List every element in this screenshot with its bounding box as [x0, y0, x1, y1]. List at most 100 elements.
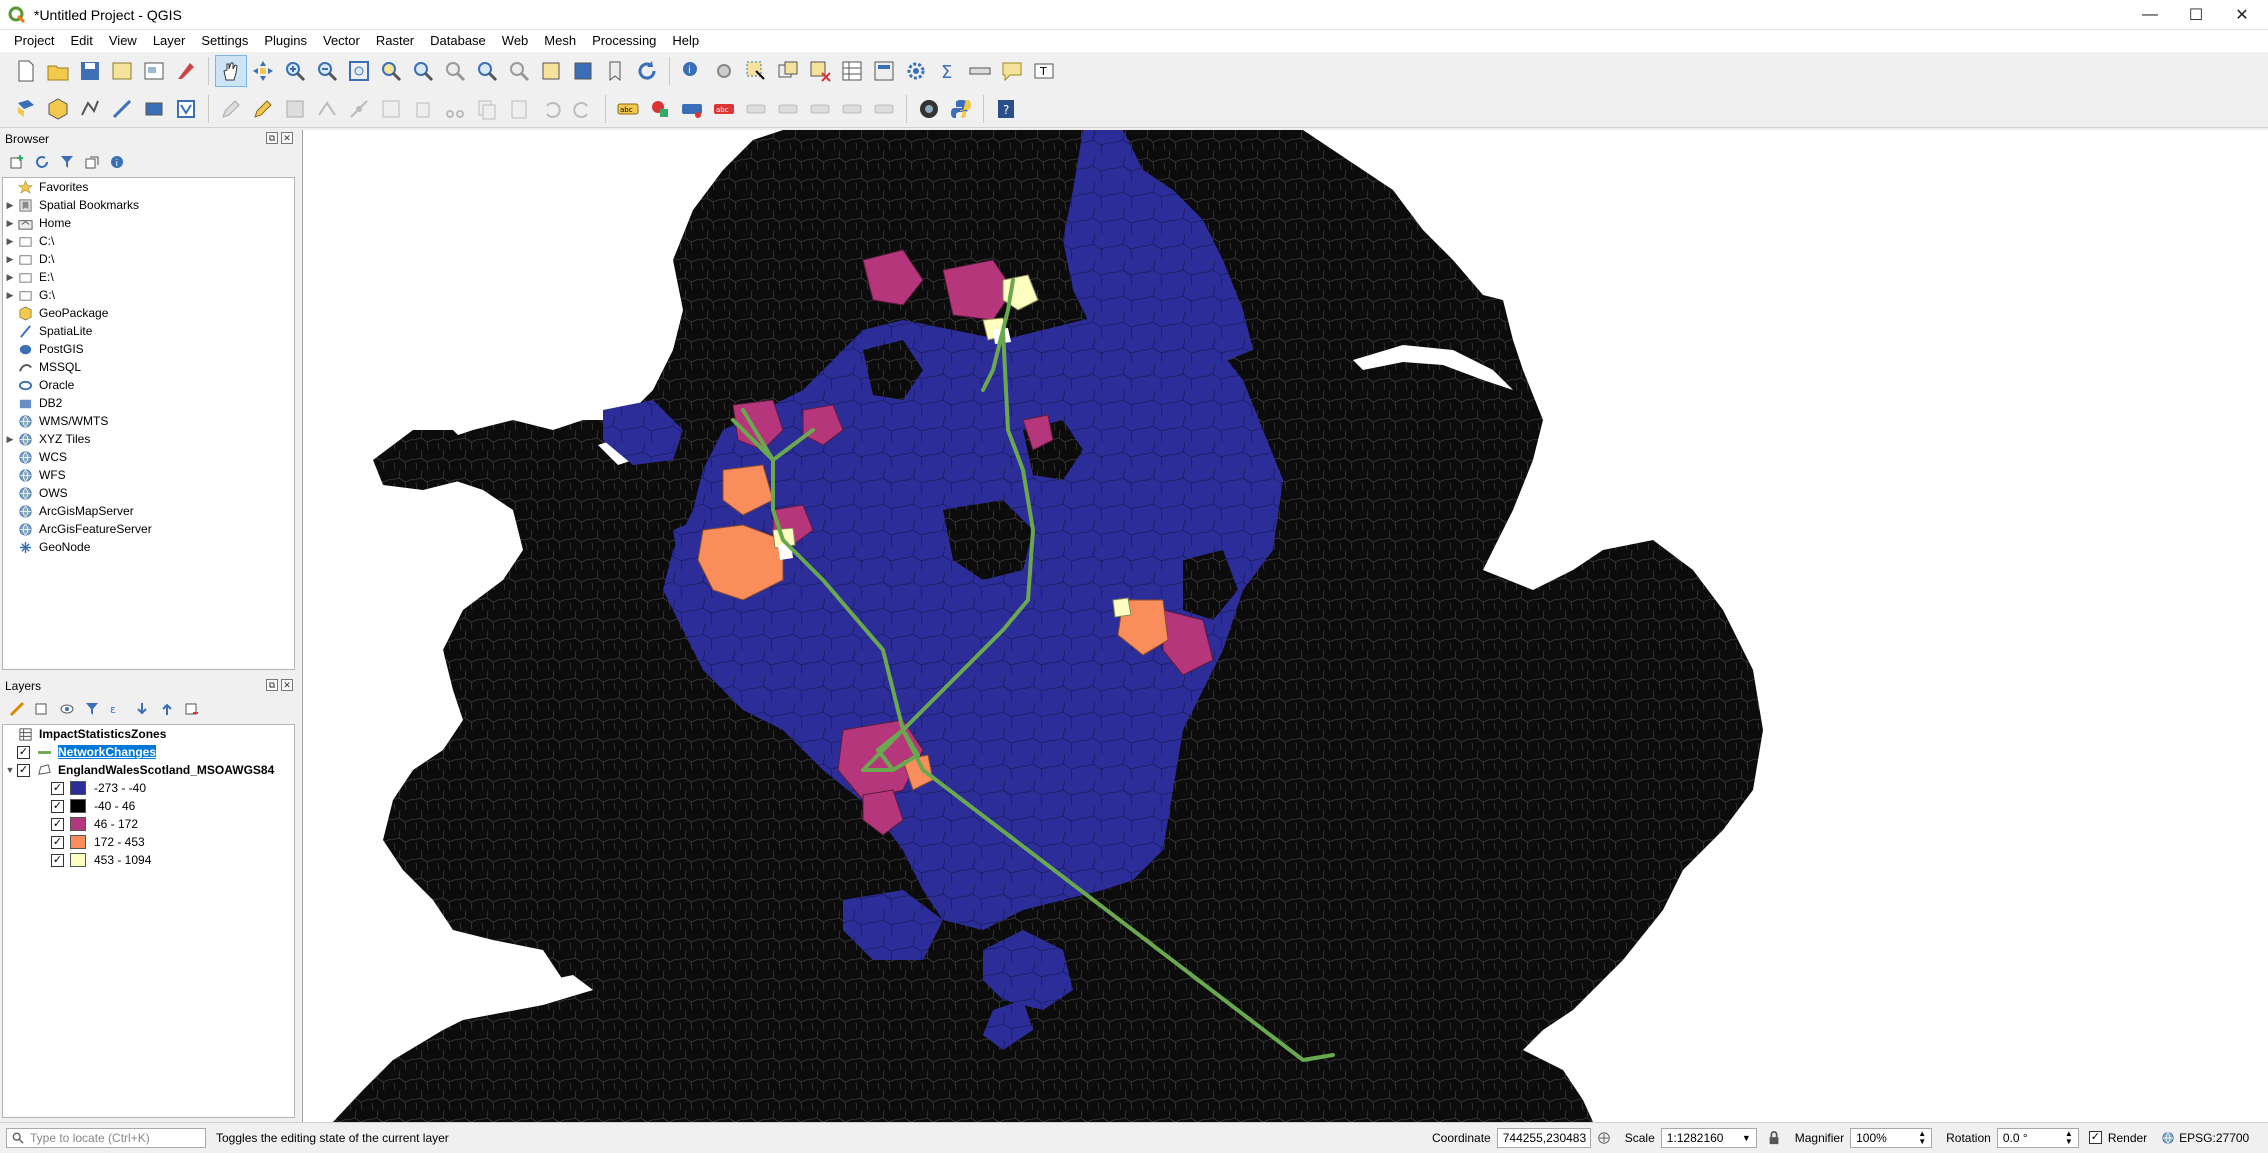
crs-value[interactable]: EPSG:27700: [2179, 1131, 2249, 1145]
zoom-next-button[interactable]: [503, 55, 535, 87]
add-selected-layers-button[interactable]: [6, 151, 28, 173]
expand-all-button[interactable]: [131, 698, 153, 720]
browser-item-geopackage[interactable]: GeoPackage: [3, 304, 294, 322]
browser-item-wcs[interactable]: WCS: [3, 448, 294, 466]
menu-database[interactable]: Database: [422, 30, 494, 52]
new-project-button[interactable]: [10, 55, 42, 87]
select-by-value-button[interactable]: [772, 55, 804, 87]
browser-item-oracle[interactable]: Oracle: [3, 376, 294, 394]
new-geopackage-layer-button[interactable]: [42, 93, 74, 125]
close-button[interactable]: ✕: [2220, 0, 2264, 30]
menu-project[interactable]: Project: [6, 30, 62, 52]
browser-item-g[interactable]: ▶ G:\: [3, 286, 294, 304]
show-hide-labels-button[interactable]: abc: [708, 93, 740, 125]
menu-plugins[interactable]: Plugins: [256, 30, 315, 52]
menu-processing[interactable]: Processing: [584, 30, 664, 52]
zoom-in-button[interactable]: [279, 55, 311, 87]
menu-layer[interactable]: Layer: [145, 30, 194, 52]
close-panel-button[interactable]: ✕: [281, 132, 293, 144]
deselect-all-button[interactable]: [804, 55, 836, 87]
style-manager-button[interactable]: [170, 55, 202, 87]
identify-features-button[interactable]: i: [676, 55, 708, 87]
browser-item-home[interactable]: ▶ Home: [3, 214, 294, 232]
browser-item-d[interactable]: ▶ D:\: [3, 250, 294, 268]
legend-class-row[interactable]: ✓ 46 - 172: [3, 815, 294, 833]
expand-arrow-icon[interactable]: ▶: [3, 254, 17, 265]
collapse-arrow-icon[interactable]: ▼: [3, 765, 17, 775]
lock-icon[interactable]: [1767, 1130, 1781, 1145]
move-label-button[interactable]: [804, 93, 836, 125]
legend-class-checkbox[interactable]: ✓: [51, 781, 64, 795]
show-hide-labels-tool-button[interactable]: [772, 93, 804, 125]
browser-item-mssql[interactable]: MSSQL: [3, 358, 294, 376]
legend-class-row[interactable]: ✓ -40 - 46: [3, 797, 294, 815]
cut-features-button[interactable]: [439, 93, 471, 125]
menu-view[interactable]: View: [101, 30, 145, 52]
pan-to-selection-button[interactable]: [247, 55, 279, 87]
browser-item-ows[interactable]: OWS: [3, 484, 294, 502]
coordinate-field[interactable]: 744255,230483: [1496, 1127, 1591, 1148]
expand-arrow-icon[interactable]: ▶: [3, 272, 17, 283]
save-layer-edits-button[interactable]: [279, 93, 311, 125]
open-project-button[interactable]: [42, 55, 74, 87]
open-field-calculator-button[interactable]: [868, 55, 900, 87]
menu-edit[interactable]: Edit: [62, 30, 100, 52]
current-edits-button[interactable]: [215, 93, 247, 125]
legend-class-checkbox[interactable]: ✓: [51, 799, 64, 813]
zoom-native-button[interactable]: [439, 55, 471, 87]
menu-raster[interactable]: Raster: [368, 30, 422, 52]
show-statistical-summary-button[interactable]: Σ: [932, 55, 964, 87]
menu-mesh[interactable]: Mesh: [536, 30, 584, 52]
add-feature-button[interactable]: [311, 93, 343, 125]
pin-labels-button[interactable]: [740, 93, 772, 125]
browser-item-e[interactable]: ▶ E:\: [3, 268, 294, 286]
new-3d-map-view-button[interactable]: [567, 55, 599, 87]
crs-globe-icon[interactable]: [2161, 1131, 2175, 1145]
expand-arrow-icon[interactable]: ▶: [3, 200, 17, 211]
layer-labeling-options-button[interactable]: abc: [612, 93, 644, 125]
layer-visibility-checkbox[interactable]: ✓: [17, 763, 30, 777]
remove-layer-button[interactable]: [181, 698, 203, 720]
change-label-button[interactable]: [868, 93, 900, 125]
browser-item-xyz-tiles[interactable]: ▶ XYZ Tiles: [3, 430, 294, 448]
redo-button[interactable]: [567, 93, 599, 125]
zoom-out-button[interactable]: [311, 55, 343, 87]
zoom-to-selection-button[interactable]: [375, 55, 407, 87]
legend-class-checkbox[interactable]: ✓: [51, 817, 64, 831]
spinner-icon[interactable]: ▲ ▼: [1918, 1129, 1926, 1146]
highlight-pinned-labels-button[interactable]: [676, 93, 708, 125]
browser-item-db2[interactable]: DB2: [3, 394, 294, 412]
map-canvas[interactable]: [302, 130, 2268, 1122]
close-panel-button[interactable]: ✕: [281, 679, 293, 691]
browser-item-c[interactable]: ▶ C:\: [3, 232, 294, 250]
new-temporary-layer-button[interactable]: [138, 93, 170, 125]
toggle-editing-button[interactable]: [247, 93, 279, 125]
expand-arrow-icon[interactable]: ▶: [3, 434, 17, 445]
collapse-all-button[interactable]: [156, 698, 178, 720]
map-tips-button[interactable]: [996, 55, 1028, 87]
locator-search-field[interactable]: Type to locate (Ctrl+K): [6, 1127, 206, 1148]
legend-class-checkbox[interactable]: ✓: [51, 835, 64, 849]
open-attribute-table-button[interactable]: [836, 55, 868, 87]
minimize-button[interactable]: —: [2128, 0, 2172, 30]
save-project-button[interactable]: [74, 55, 106, 87]
new-shapefile-layer-button[interactable]: [74, 93, 106, 125]
browser-filter-button[interactable]: [56, 151, 78, 173]
new-bookmark-button[interactable]: [599, 55, 631, 87]
layer-item-networkchanges[interactable]: ✓ NetworkChanges: [3, 743, 294, 761]
legend-class-row[interactable]: ✓ 453 - 1094: [3, 851, 294, 869]
undo-button[interactable]: [535, 93, 567, 125]
float-panel-button[interactable]: ⧉: [266, 679, 278, 691]
python-console-button[interactable]: [945, 93, 977, 125]
browser-properties-button[interactable]: i: [106, 151, 128, 173]
new-map-view-button[interactable]: [535, 55, 567, 87]
delete-selected-button[interactable]: [407, 93, 439, 125]
new-spatialite-layer-button[interactable]: [106, 93, 138, 125]
zoom-full-button[interactable]: [343, 55, 375, 87]
browser-item-wfs[interactable]: WFS: [3, 466, 294, 484]
filter-by-expression-button[interactable]: ε: [106, 698, 128, 720]
layer-visibility-checkbox[interactable]: ✓: [17, 745, 30, 759]
browser-refresh-button[interactable]: [31, 151, 53, 173]
chevron-down-icon[interactable]: ▼: [1742, 1133, 1751, 1143]
paste-features-button[interactable]: [503, 93, 535, 125]
